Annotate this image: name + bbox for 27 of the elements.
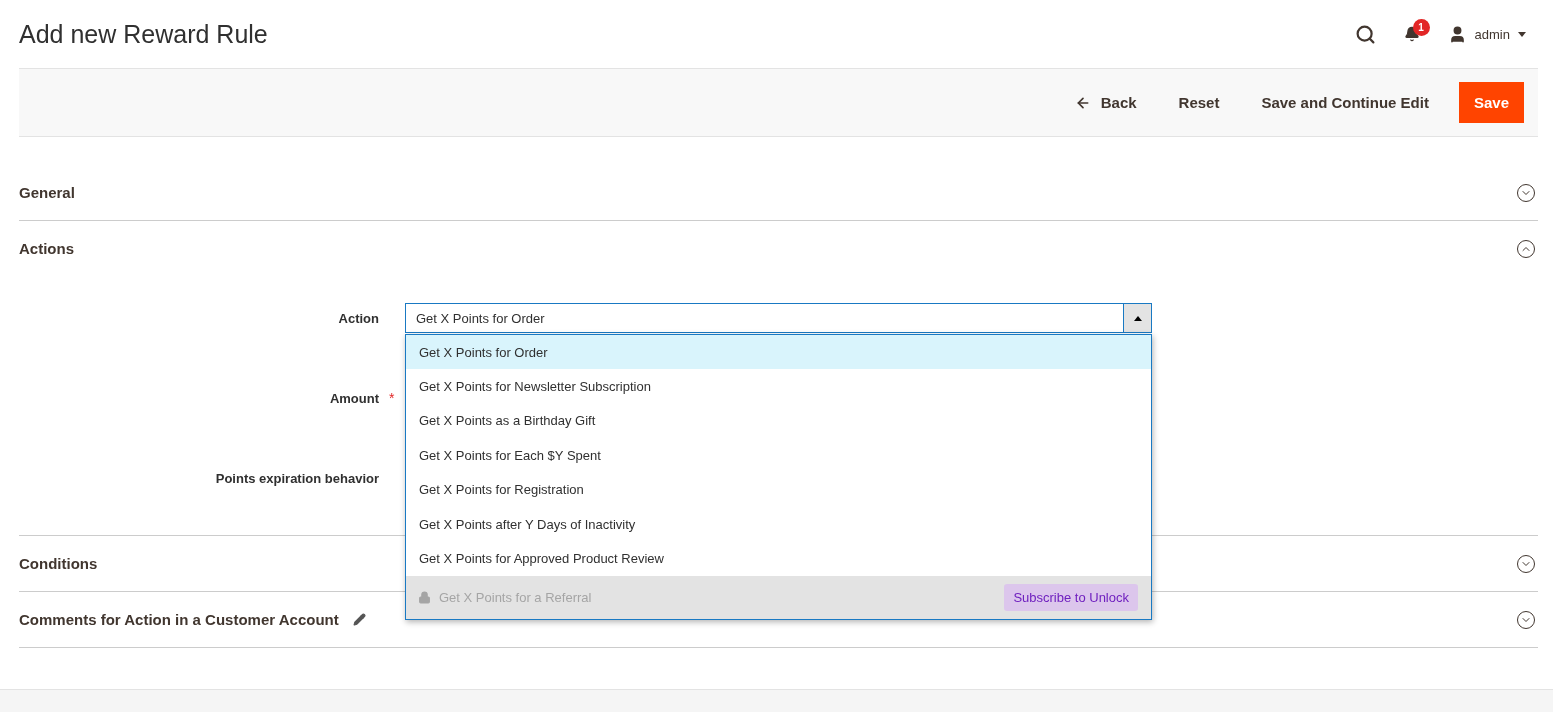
dropdown-option[interactable]: Get X Points for Registration — [406, 472, 1151, 507]
user-menu[interactable]: admin — [1447, 24, 1526, 44]
required-mark: * — [389, 390, 395, 406]
section-title[interactable]: General — [19, 184, 75, 201]
action-select[interactable]: Get X Points for Order — [405, 303, 1152, 333]
field-label: Amount — [328, 390, 379, 406]
search-icon[interactable] — [1354, 23, 1376, 45]
lock-icon — [418, 590, 431, 604]
dropdown-option[interactable]: Get X Points after Y Days of Inactivity — [406, 506, 1151, 542]
dropdown-option[interactable]: Get X Points for Each $Y Spent — [406, 438, 1151, 473]
caret-down-icon — [1518, 31, 1526, 37]
save-continue-button[interactable]: Save and Continue Edit — [1243, 84, 1447, 121]
subscribe-button[interactable]: Subscribe to Unlock — [1004, 583, 1138, 611]
pencil-icon[interactable] — [352, 613, 366, 626]
section-title[interactable]: Conditions — [19, 555, 98, 572]
back-button[interactable]: Back — [1056, 84, 1155, 121]
field-label: Action — [337, 310, 379, 326]
page-title: Add new Reward Rule — [19, 19, 268, 49]
locked-option: Get X Points for a Referral — [418, 589, 592, 605]
field-label: Points expiration behavior — [214, 470, 379, 486]
dropdown-option[interactable]: Get X Points for Order — [406, 335, 1151, 370]
dropdown-option[interactable]: Get X Points for Approved Product Review — [406, 541, 1151, 576]
dropdown-option[interactable]: Get X Points for Newsletter Subscription — [406, 369, 1151, 404]
reset-button[interactable]: Reset — [1160, 84, 1238, 121]
dropdown-option[interactable]: Get X Points as a Birthday Gift — [406, 403, 1151, 439]
section-title[interactable]: Actions — [19, 240, 74, 257]
section-title[interactable]: Comments for Action in a Customer Account — [19, 611, 339, 628]
